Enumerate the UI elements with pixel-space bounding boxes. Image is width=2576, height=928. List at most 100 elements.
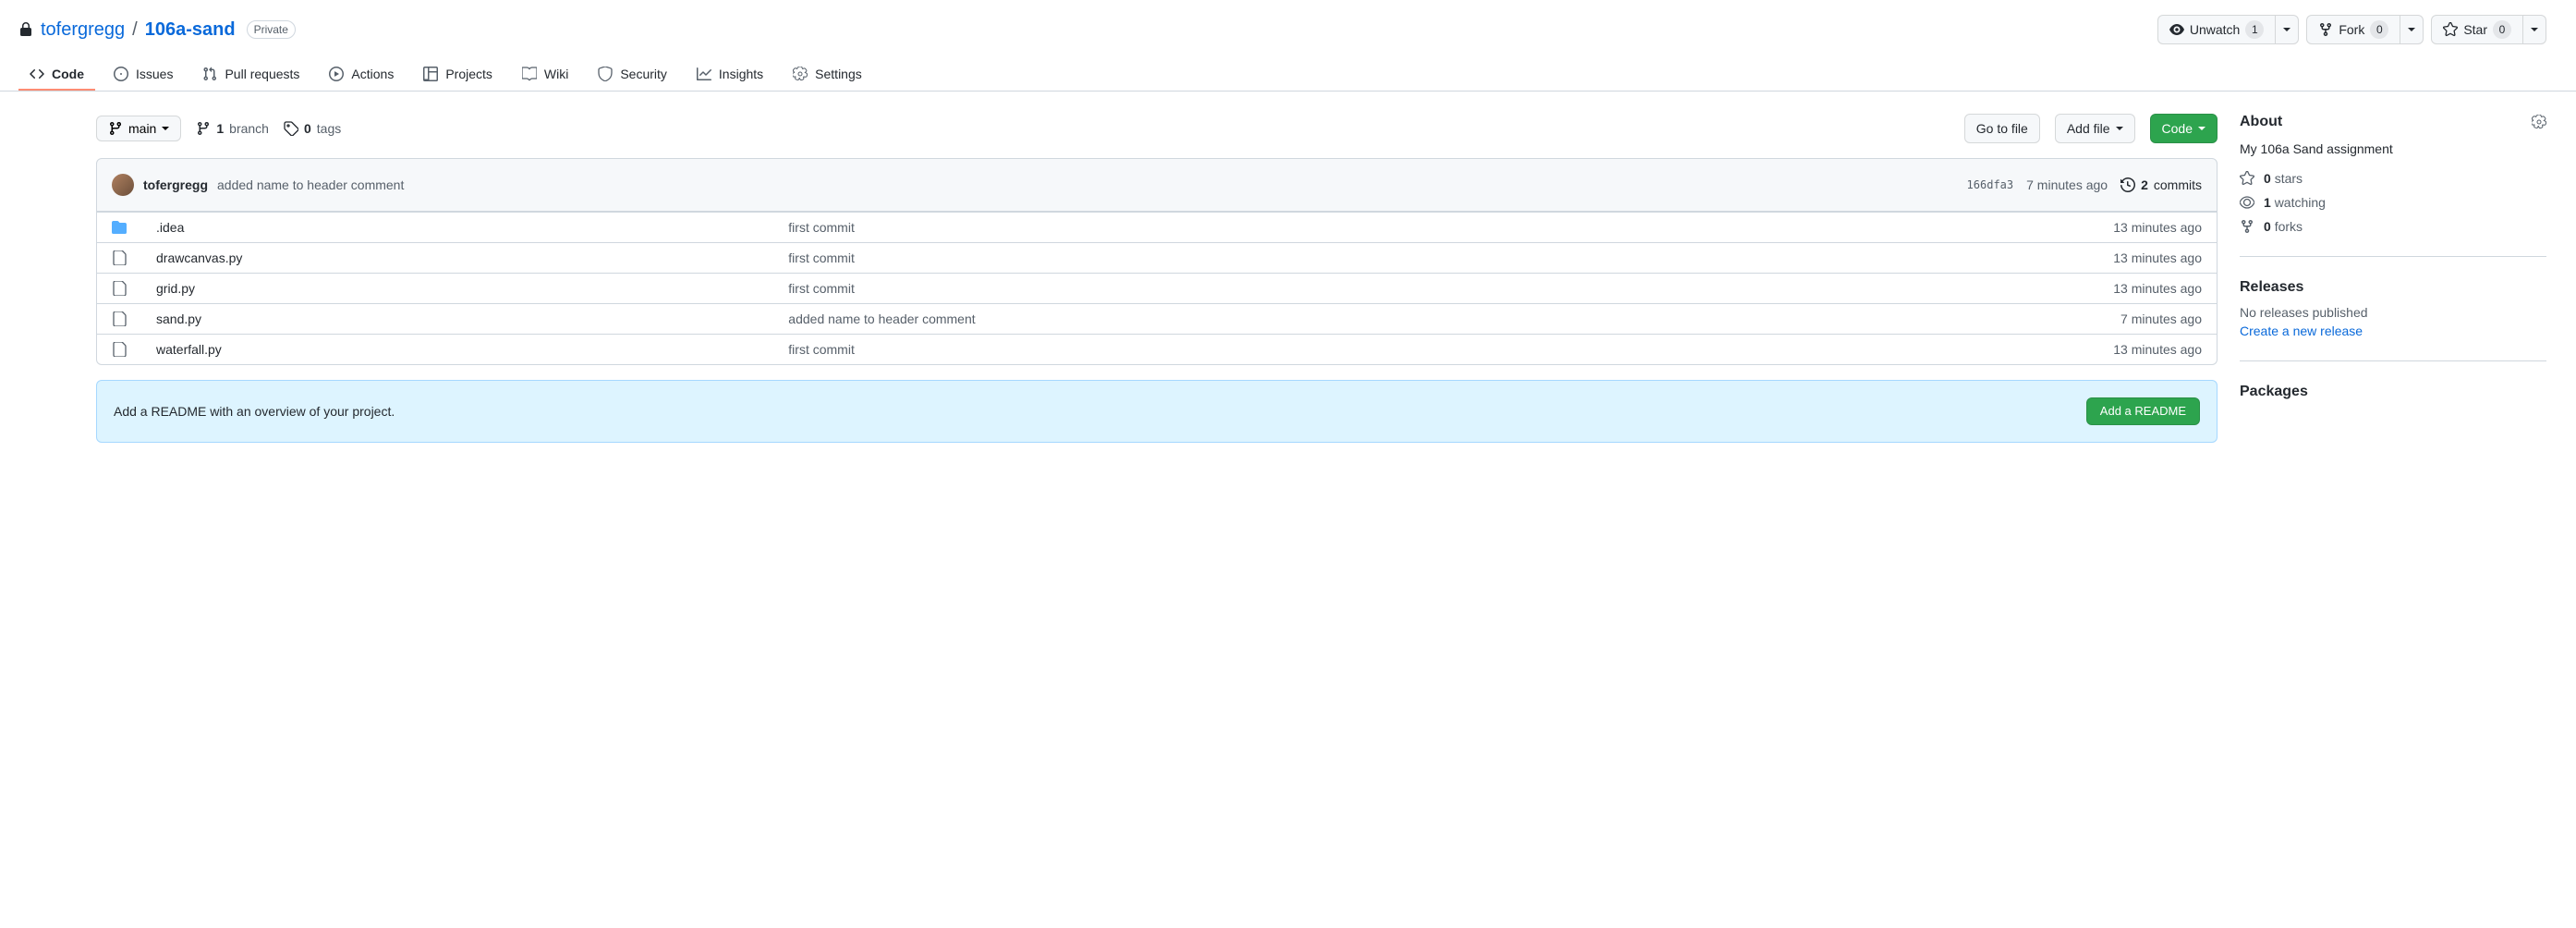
tab-security-label: Security [620,67,667,81]
create-release-link[interactable]: Create a new release [2240,324,2363,338]
avatar[interactable] [112,174,134,196]
unwatch-button[interactable]: Unwatch 1 [2157,15,2276,44]
eye-icon [2240,195,2254,210]
fork-icon [2240,219,2254,234]
file-commit-message-link[interactable]: first commit [788,342,1725,357]
branches-link[interactable]: 1 branch [196,121,269,136]
file-name-link[interactable]: drawcanvas.py [156,250,781,265]
file-commit-message-link[interactable]: added name to header comment [788,311,1725,326]
history-icon [2120,177,2135,192]
caret-down-icon [2283,28,2290,31]
fork-icon [2318,22,2333,37]
packages-heading: Packages [2240,384,2546,400]
file-row: grid.py first commit 13 minutes ago [97,273,2217,303]
tags-link[interactable]: 0 tags [284,121,341,136]
fork-menu-button[interactable] [2400,15,2424,44]
tab-insights[interactable]: Insights [686,59,774,91]
branch-select-button[interactable]: main [96,116,181,141]
sidebar: About My 106a Sand assignment 0 stars 1 … [2240,114,2546,443]
file-table: .ideafirst commit13 minutes agodrawcanva… [96,212,2218,365]
code-download-button[interactable]: Code [2150,114,2218,143]
star-menu-button[interactable] [2523,15,2546,44]
caret-down-icon [162,127,169,130]
graph-icon [697,67,711,81]
watch-count: 1 [2245,20,2264,39]
fork-count: 0 [2370,20,2388,39]
commits-word: commits [2154,177,2202,192]
eye-icon [2169,22,2184,37]
file-commit-message-link[interactable]: first commit [788,250,1725,265]
file-time: 13 minutes ago [1733,250,2202,265]
commits-count-link[interactable]: 2 commits [2120,177,2202,192]
file-name-link[interactable]: .idea [156,220,781,235]
caret-down-icon [2531,28,2538,31]
tab-security[interactable]: Security [587,59,678,91]
branch-current-label: main [128,121,156,136]
unwatch-menu-button[interactable] [2276,15,2299,44]
tab-issues-label: Issues [136,67,173,81]
book-icon [522,67,537,81]
add-file-button[interactable]: Add file [2055,114,2135,143]
file-time: 7 minutes ago [1733,311,2202,326]
about-description: My 106a Sand assignment [2240,141,2546,156]
file-commit-message-link[interactable]: first commit [788,281,1725,296]
tag-count: 0 [304,121,311,136]
commit-author-link[interactable]: tofergregg [143,177,208,192]
tab-projects[interactable]: Projects [412,59,504,91]
file-name-link[interactable]: waterfall.py [156,342,781,357]
branch-count: 1 [216,121,224,136]
star-button[interactable]: Star 0 [2431,15,2523,44]
commit-time-link[interactable]: 7 minutes ago [2026,177,2108,192]
file-commit-message-link[interactable]: first commit [788,220,1725,235]
play-icon [329,67,344,81]
file-row: .ideafirst commit13 minutes ago [97,212,2217,242]
stars-link[interactable]: 0 stars [2240,171,2546,186]
releases-none: No releases published [2240,305,2546,320]
issues-icon [114,67,128,81]
caret-down-icon [2408,28,2415,31]
forks-link[interactable]: 0 forks [2240,219,2546,234]
tab-pulls[interactable]: Pull requests [191,59,310,91]
file-time: 13 minutes ago [1733,281,2202,296]
file-nav: main 1 branch 0 tags Go to file Add file… [96,114,2218,143]
file-row: sand.py added name to header comment 7 min… [97,303,2217,334]
commit-message-link[interactable]: added name to header comment [217,177,404,192]
tab-issues[interactable]: Issues [103,59,184,91]
file-row: drawcanvas.py first commit 13 minutes ago [97,242,2217,273]
commit-sha-link[interactable]: 166dfa3 [1967,178,2014,191]
branch-icon [196,121,211,136]
file-name-link[interactable]: sand.py [156,311,781,326]
tab-projects-label: Projects [445,67,492,81]
tab-settings-label: Settings [815,67,862,81]
branch-icon [108,121,123,136]
file-row: waterfall.pyfirst commit13 minutes ago [97,334,2217,364]
tab-settings[interactable]: Settings [782,59,873,91]
visibility-badge: Private [247,20,296,39]
folder-icon [112,220,149,235]
tab-code[interactable]: Code [18,59,95,91]
tab-actions[interactable]: Actions [318,59,405,91]
repo-owner-link[interactable]: tofergregg [41,19,125,41]
tab-code-label: Code [52,67,84,81]
watching-link[interactable]: 1 watching [2240,195,2546,210]
repo-name-link[interactable]: 106a-sand [145,19,236,41]
readme-prompt: Add a README with an overview of your pr… [96,380,2218,443]
go-to-file-button[interactable]: Go to file [1964,114,2040,143]
add-file-label: Add file [2067,119,2110,138]
latest-commit: tofergregg added name to header comment … [96,158,2218,212]
star-label: Star [2463,20,2487,39]
tab-insights-label: Insights [719,67,763,81]
edit-about-button[interactable] [2532,115,2546,129]
tag-icon [284,121,298,136]
fork-button[interactable]: Fork 0 [2306,15,2400,44]
caret-down-icon [2198,127,2205,130]
add-readme-button[interactable]: Add a README [2086,397,2200,425]
lock-icon [18,22,33,37]
file-icon [112,311,149,326]
repo-tabs: Code Issues Pull requests Actions Projec… [0,59,2576,92]
file-name-link[interactable]: grid.py [156,281,781,296]
repo-actions: Unwatch 1 Fork 0 Star 0 [2157,15,2546,44]
tab-actions-label: Actions [351,67,394,81]
separator: / [132,19,138,41]
tab-wiki[interactable]: Wiki [511,59,579,91]
